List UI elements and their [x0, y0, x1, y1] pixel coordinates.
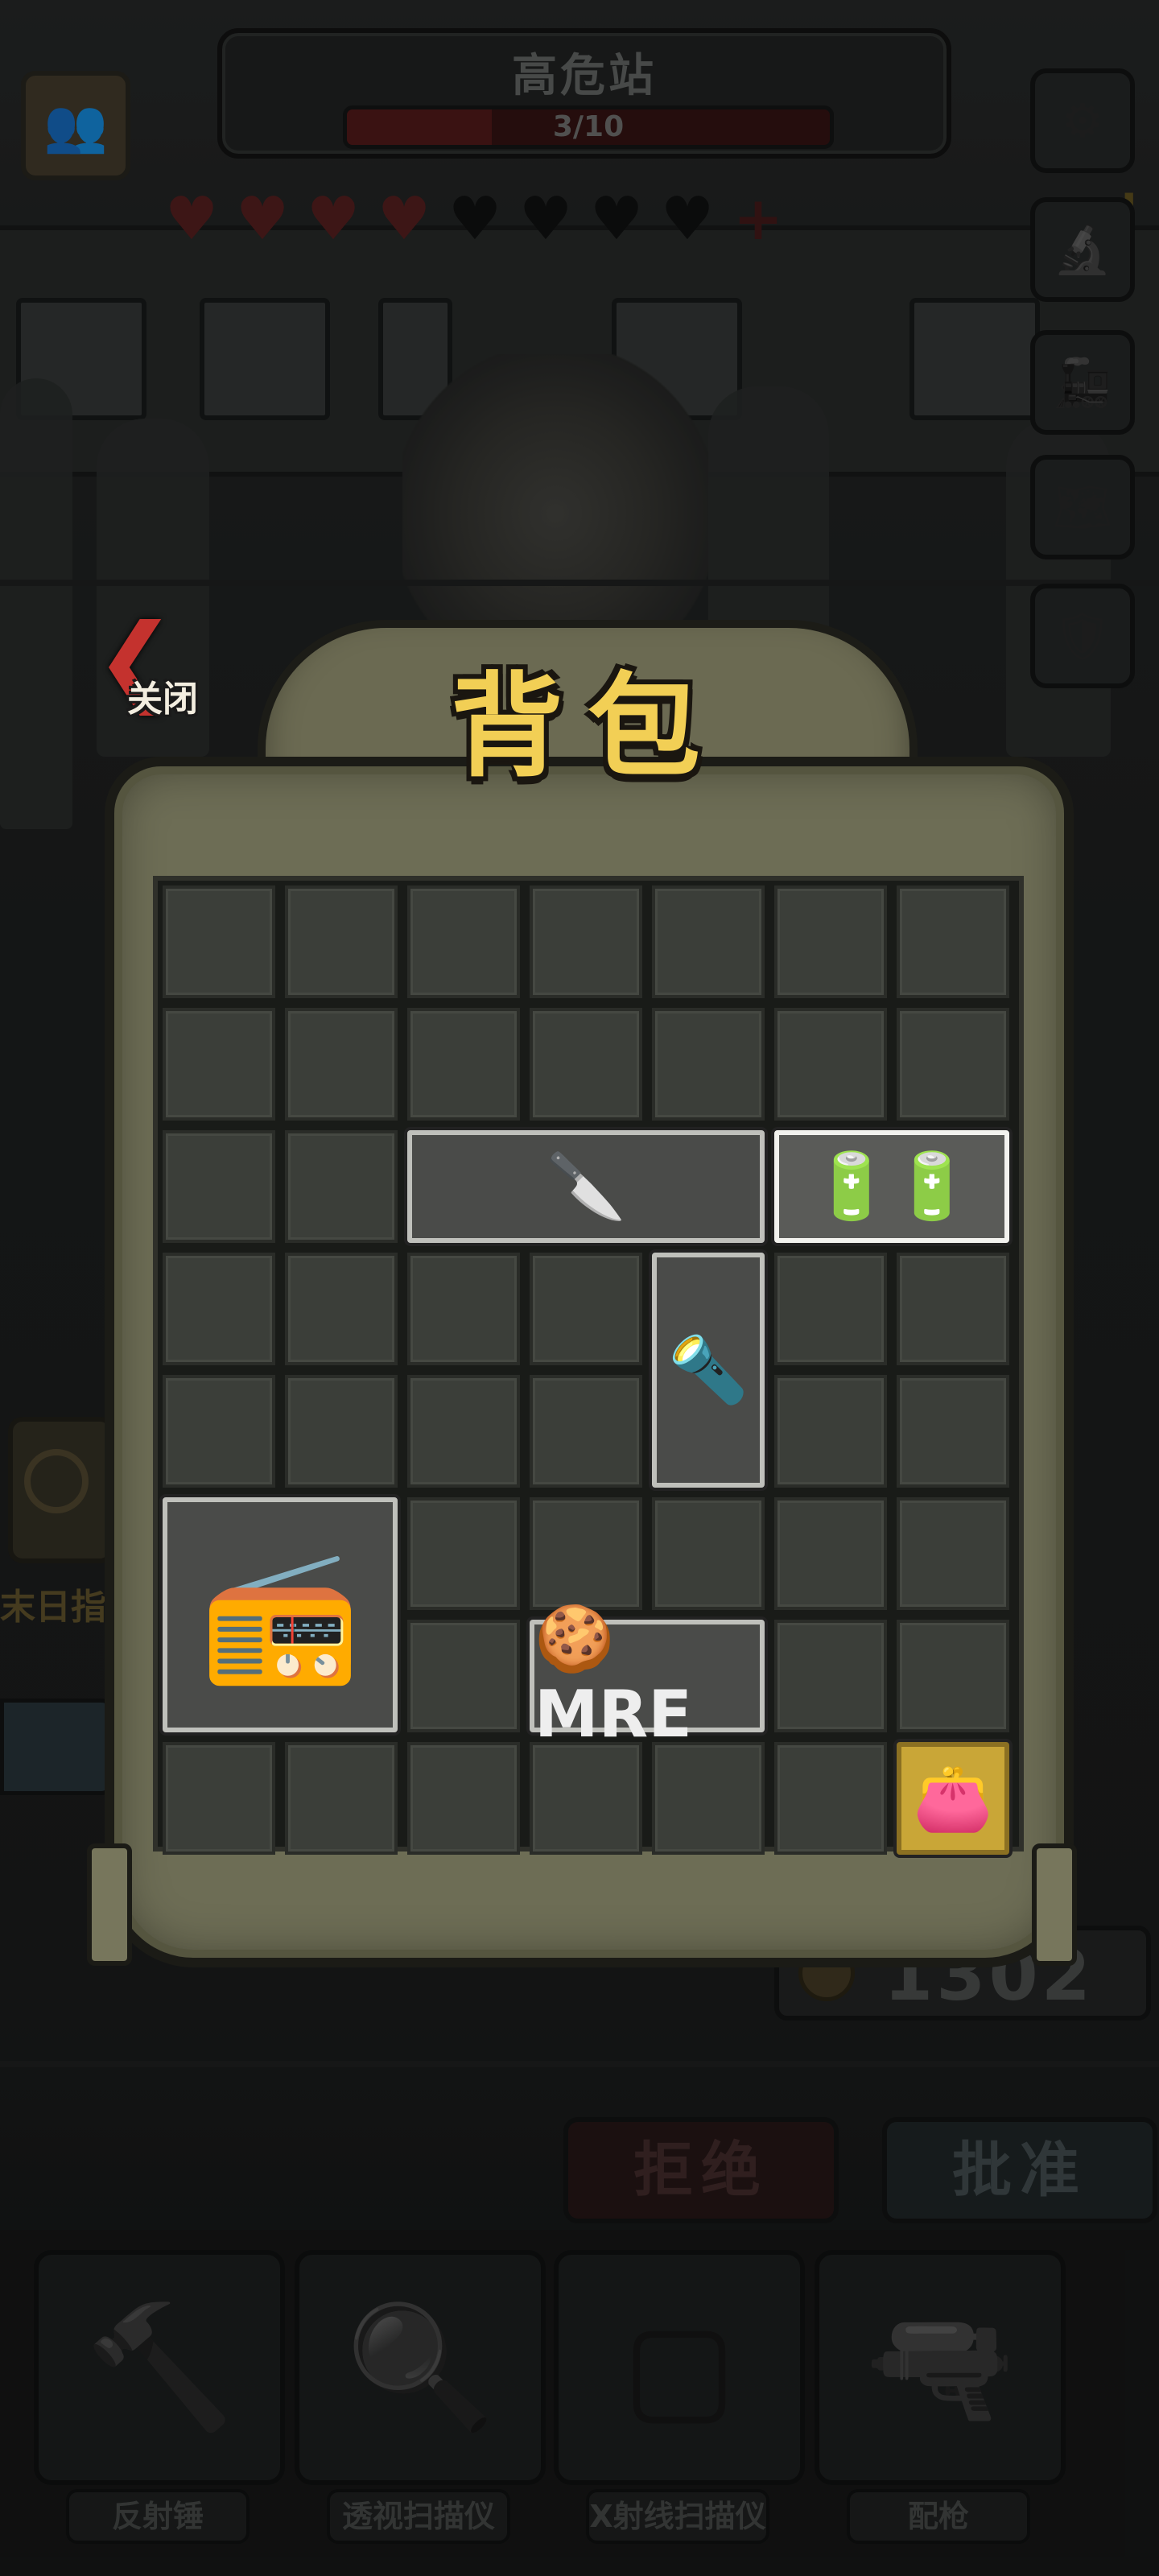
- backpack-slot[interactable]: [407, 1375, 520, 1488]
- backpack-slot[interactable]: [774, 1375, 887, 1488]
- wallet-item[interactable]: 👛: [897, 1742, 1009, 1855]
- wallet-icon: 👛: [913, 1761, 993, 1835]
- backpack-slot[interactable]: [407, 886, 520, 998]
- knife-icon: 🔪: [546, 1149, 626, 1224]
- backpack-slot[interactable]: [530, 1497, 642, 1610]
- backpack-slot[interactable]: [652, 886, 765, 998]
- backpack-grid: 🔪 🔋🔋 🔦 📻 🍪 MRE 👛: [153, 876, 1024, 1855]
- flashlight-item[interactable]: 🔦: [652, 1253, 765, 1488]
- backpack-slot[interactable]: [530, 1375, 642, 1488]
- backpack-slot[interactable]: [530, 1253, 642, 1365]
- backpack-slot[interactable]: [652, 1008, 765, 1121]
- backpack-slot[interactable]: [285, 1742, 398, 1855]
- backpack-slot[interactable]: [897, 1253, 1009, 1365]
- backpack-slot[interactable]: [407, 1742, 520, 1855]
- backpack-slot[interactable]: [285, 1130, 398, 1243]
- backpack-slot[interactable]: [530, 1742, 642, 1855]
- backpack-slot[interactable]: [774, 1620, 887, 1732]
- backpack-slot[interactable]: [774, 886, 887, 998]
- battery-icon: 🔋🔋: [811, 1149, 972, 1224]
- backpack-slot[interactable]: [774, 1497, 887, 1610]
- radio-icon: 📻: [200, 1538, 361, 1690]
- radio-item[interactable]: 📻: [163, 1497, 398, 1732]
- knife-item[interactable]: 🔪: [407, 1130, 765, 1243]
- backpack-slot[interactable]: [774, 1742, 887, 1855]
- backpack-slot[interactable]: [163, 1130, 275, 1243]
- backpack-slot[interactable]: [163, 1008, 275, 1121]
- backpack-slot[interactable]: [285, 1008, 398, 1121]
- backpack-slot[interactable]: [530, 886, 642, 998]
- backpack-slot[interactable]: [407, 1497, 520, 1610]
- backpack-slot[interactable]: [163, 886, 275, 998]
- backpack-slot[interactable]: [652, 1742, 765, 1855]
- flashlight-icon: 🔦: [668, 1332, 749, 1407]
- backpack-slot[interactable]: [163, 1253, 275, 1365]
- backpack-slot[interactable]: [897, 886, 1009, 998]
- backpack-slot[interactable]: [407, 1620, 520, 1732]
- backpack-slot[interactable]: [774, 1008, 887, 1121]
- backpack-slot[interactable]: [285, 886, 398, 998]
- close-label: 关闭: [127, 679, 198, 720]
- backpack-slot[interactable]: [407, 1008, 520, 1121]
- backpack-slot[interactable]: [774, 1253, 887, 1365]
- backpack-strap: [1032, 1843, 1077, 1966]
- backpack-slot[interactable]: [285, 1253, 398, 1365]
- backpack-slot[interactable]: [163, 1375, 275, 1488]
- backpack-slot[interactable]: [897, 1497, 1009, 1610]
- backpack-slot[interactable]: [407, 1253, 520, 1365]
- backpack-slot[interactable]: [285, 1375, 398, 1488]
- backpack-slot[interactable]: [163, 1742, 275, 1855]
- backpack-slot[interactable]: [530, 1008, 642, 1121]
- backpack-slot[interactable]: [652, 1497, 765, 1610]
- mre-icon: 🍪 MRE: [534, 1600, 692, 1752]
- battery-pack-item[interactable]: 🔋🔋: [774, 1130, 1009, 1243]
- backpack-title: 背包: [450, 662, 724, 793]
- close-button[interactable]: ❮ 关闭: [95, 612, 224, 724]
- backpack-slot[interactable]: [897, 1620, 1009, 1732]
- backpack-strap: [87, 1843, 132, 1966]
- backpack-slot[interactable]: [897, 1375, 1009, 1488]
- mre-ration-item[interactable]: 🍪 MRE: [530, 1601, 765, 1752]
- backpack-slot[interactable]: [897, 1008, 1009, 1121]
